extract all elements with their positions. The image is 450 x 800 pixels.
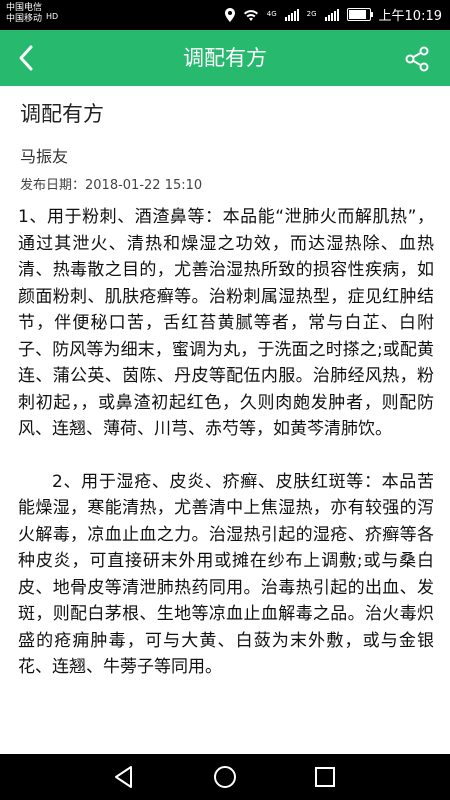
article-body: 1、用于粉刺、酒渣鼻等：本品能“泄肺火而解肌热”，通过其泄火、清热和燥湿之功效，… <box>18 204 434 707</box>
publish-date: 发布日期：2018-01-22 15:10 <box>20 174 202 193</box>
hd-label: HD <box>46 12 59 21</box>
carrier-1: 中国电信 <box>6 3 43 13</box>
clock: 上午10:19 <box>378 9 442 24</box>
carrier-2: 中国移动 <box>6 14 43 24</box>
paragraph-2: 2、用于湿疮、皮炎、疥癣、皮肤红斑等：本品苦能燥湿，寒能清热，尤善清中上焦湿热，… <box>18 471 434 678</box>
article-content[interactable]: 调配有方 马振友 发布日期：2018-01-22 15:10 1、用于粉刺、酒渣… <box>0 86 450 754</box>
status-icons: 4G 2G 上午10:19 <box>224 5 442 24</box>
status-bar: 中国电信 中国移动 HD 4G 2G 上午10:19 <box>0 0 450 30</box>
wifi-icon <box>243 9 258 21</box>
circle-home-icon[interactable] <box>212 764 238 790</box>
publish-date-label: 发布日期： <box>20 178 86 193</box>
network-2: 2G <box>306 10 317 18</box>
publish-date-value: 2018-01-22 15:10 <box>85 178 203 193</box>
signal-icon-1 <box>284 8 299 21</box>
location-icon <box>224 7 235 22</box>
article-title: 调配有方 <box>20 102 104 126</box>
article-author: 马振友 <box>20 147 69 166</box>
share-icon[interactable] <box>404 46 430 72</box>
page-title: 调配有方 <box>183 46 267 70</box>
network-1: 4G <box>266 10 277 18</box>
carrier-info: 中国电信 中国移动 HD <box>6 3 58 25</box>
triangle-back-icon[interactable] <box>111 764 137 790</box>
paragraph-1: 1、用于粉刺、酒渣鼻等：本品能“泄肺火而解肌热”，通过其泄火、清热和燥湿之功效，… <box>18 207 434 439</box>
battery-icon <box>346 8 373 21</box>
signal-icon-2 <box>324 8 339 21</box>
app-bar: 调配有方 <box>0 30 450 86</box>
navigation-bar <box>0 754 450 800</box>
square-recents-icon[interactable] <box>312 764 338 790</box>
